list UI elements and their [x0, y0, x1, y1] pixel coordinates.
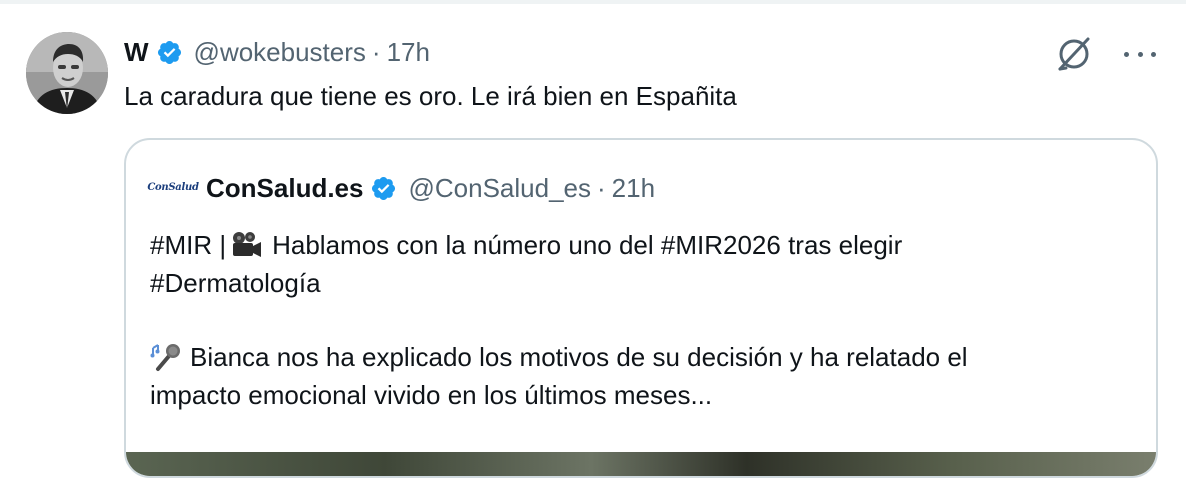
avatar[interactable]	[26, 32, 108, 114]
quoted-line-3-text: Bianca nos ha explicado los motivos de s…	[190, 342, 968, 372]
user-handle[interactable]: @wokebusters	[194, 34, 366, 70]
display-name[interactable]: W	[124, 34, 149, 70]
verified-badge-icon	[156, 39, 183, 66]
more-dot	[1124, 51, 1129, 57]
quoted-user-handle[interactable]: @ConSalud_es	[408, 170, 591, 206]
quoted-avatar-logo-text: ConSalud	[147, 182, 199, 193]
quoted-display-name[interactable]: ConSalud.es	[206, 170, 363, 206]
tweet-header: W @wokebusters · 17h	[124, 34, 430, 70]
quoted-line-1-text: Hablamos con la número uno del #MIR2026 …	[272, 230, 903, 260]
tweet-text: La caradura que tiene es oro. Le irá bie…	[124, 81, 737, 111]
microphone-icon	[150, 342, 182, 372]
movie-camera-icon	[230, 230, 262, 260]
quoted-line-1: #MIR | Hablamos con la número uno del #M…	[150, 226, 1140, 264]
hashtag-mir[interactable]: #MIR |	[150, 226, 226, 264]
more-dot	[1151, 51, 1156, 57]
header-separator: ·	[371, 37, 381, 67]
more-options-icon[interactable]	[1124, 38, 1156, 70]
timestamp[interactable]: 17h	[387, 34, 430, 70]
quoted-line-2: #Dermatología	[150, 264, 1140, 302]
grok-icon[interactable]	[1054, 34, 1094, 74]
quoted-header-separator: ·	[597, 173, 606, 203]
quoted-tweet-text: #MIR | Hablamos con la número uno del #M…	[150, 226, 1140, 414]
quoted-line-4: impacto emocional vivido en los últimos …	[150, 376, 1140, 414]
tweet[interactable]: W @wokebusters · 17h La caradura que tie…	[0, 4, 1186, 478]
more-dot	[1137, 51, 1143, 57]
hashtag-dermatologia[interactable]: #Dermatología	[150, 264, 321, 302]
quoted-tweet[interactable]: ConSalud ConSalud.es @ConSalud_es · 21h …	[124, 138, 1158, 478]
quoted-tweet-header: ConSalud ConSalud.es @ConSalud_es · 21h	[147, 170, 655, 206]
quoted-timestamp[interactable]: 21h	[612, 170, 655, 206]
quoted-line-4-text: impacto emocional vivido en los últimos …	[150, 380, 713, 410]
quoted-line-3: Bianca nos ha explicado los motivos de s…	[150, 338, 1140, 376]
verified-badge-icon	[370, 175, 397, 202]
tweet-actions	[1054, 34, 1156, 74]
quoted-avatar[interactable]: ConSalud	[147, 170, 199, 206]
